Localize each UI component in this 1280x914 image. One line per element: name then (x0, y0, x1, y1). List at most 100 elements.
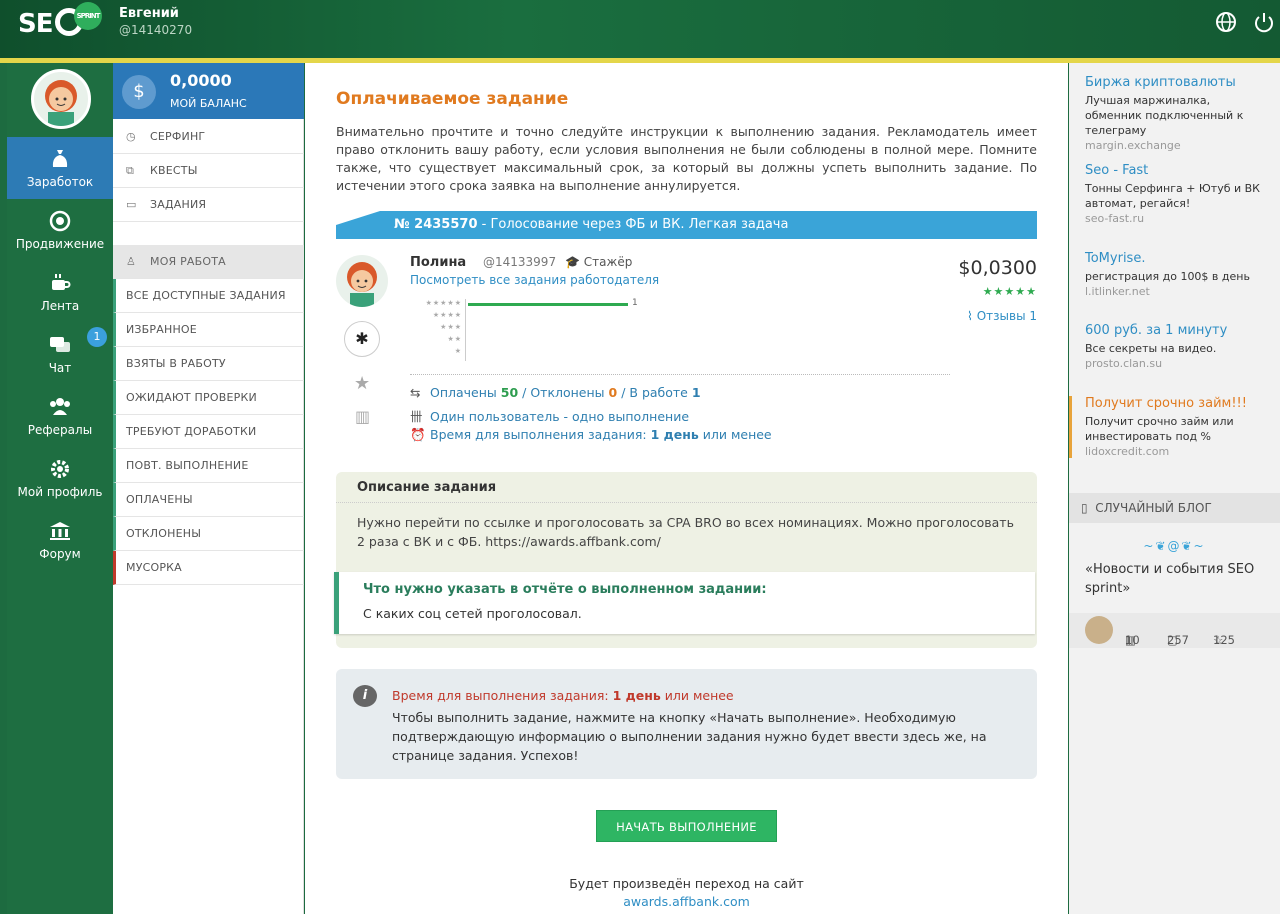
graduation-cap-icon: 🎓 (565, 255, 580, 269)
blog-title[interactable]: «Новости и события SEO sprint» (1085, 560, 1270, 598)
menu-item-need-rework[interactable]: ТРЕБУЮТ ДОРАБОТКИ (113, 415, 304, 449)
nav-label: Лента (40, 299, 80, 313)
nav-chat[interactable]: Чат 1 (7, 323, 113, 385)
menu-item-favorites[interactable]: ИЗБРАННОЕ (113, 313, 304, 347)
ad-block[interactable]: 600 руб. за 1 минуту Все секреты на виде… (1085, 323, 1270, 370)
side-menu: $ 0,0000 МОЙ БАЛАНС ◷ СЕРФИНГ ⧉ КВЕСТЫ ▭ ЗА… (113, 63, 304, 914)
ad-text: Лучшая маржиналка, обменник подключенный… (1085, 94, 1244, 137)
employer-rating-stars: ★★★★★ (982, 285, 1037, 298)
nav-label: Рефералы (27, 423, 93, 437)
ad-block-highlighted[interactable]: Получит срочно займ!!! Получит срочно за… (1069, 396, 1270, 458)
clock-icon: ◷ (126, 130, 136, 143)
nav-earnings[interactable]: Заработок (7, 137, 113, 199)
rss-icon: ⌇ (967, 309, 973, 323)
balance-panel[interactable]: $ 0,0000 МОЙ БАЛАНС (113, 63, 304, 119)
menu-item-trash[interactable]: МУСОРКА (113, 551, 304, 585)
nav-label: Продвижение (15, 237, 105, 251)
user-id: @14140270 (119, 23, 193, 37)
ad-title[interactable]: Получит срочно займ!!! (1085, 396, 1270, 411)
ad-text: Получит срочно займ или инвестировать по… (1085, 415, 1234, 443)
blog-avatar[interactable] (1085, 616, 1113, 644)
avatar[interactable] (31, 69, 91, 129)
power-icon[interactable] (1253, 11, 1275, 33)
bug-icon[interactable]: ✱ (344, 321, 380, 357)
one-user-line: 卌 Один пользователь - одно выполнение (410, 406, 689, 425)
redirect-link[interactable]: awards.affbank.com (305, 894, 1068, 909)
people-icon (48, 395, 72, 419)
employer-avatar[interactable] (336, 255, 388, 307)
divider (336, 502, 1037, 503)
menu-item-tasks[interactable]: ▭ ЗАДАНИЯ (113, 188, 304, 222)
menu-label: МОЯ РАБОТА (150, 255, 226, 268)
nav-label: Мой профиль (17, 485, 103, 499)
trash-icon[interactable]: ▥ (355, 407, 370, 426)
rank-label: Стажёр (583, 255, 633, 269)
ad-url: lidoxcredit.com (1085, 445, 1170, 458)
start-task-button[interactable]: НАЧАТЬ ВЫПОЛНЕНИЕ (596, 810, 777, 842)
ad-block[interactable]: ToMyrise. регистрация до 100$ в день l.i… (1085, 251, 1270, 298)
rejected-label: / Отклонены (518, 385, 605, 400)
rating-distribution: ★★★★★ 1 ★★★★ ★★★ ★★ ★ (410, 298, 950, 371)
blog-header-label: СЛУЧАЙНЫЙ БЛОГ (1095, 501, 1212, 515)
nav-profile[interactable]: Мой профиль (7, 447, 113, 509)
employer-rank: 🎓 Стажёр (565, 255, 632, 269)
task-title: - Голосование через ФБ и ВК. Легкая зада… (477, 217, 789, 232)
nav-feed[interactable]: Лента (7, 261, 113, 323)
gear-icon (48, 457, 72, 481)
ad-block[interactable]: Биржа криптовалюты Лучшая маржиналка, об… (1085, 75, 1270, 152)
ad-title[interactable]: 600 руб. за 1 минуту (1085, 323, 1270, 338)
info-note: i Время для выполнения задания: 1 день и… (336, 669, 1037, 779)
reviews-label: Отзывы 1 (976, 309, 1037, 323)
menu-label: СЕРФИНГ (150, 130, 206, 143)
target-icon (48, 209, 72, 233)
seosprint-logo[interactable]: SE SPRINT (18, 2, 102, 48)
ad-block[interactable]: Seo - Fast Тонны Серфинга + Ютуб и ВК ав… (1085, 163, 1270, 225)
nav-forum[interactable]: Форум (7, 509, 113, 571)
redirect-text: Будет произведён переход на сайт (569, 876, 804, 891)
ad-url: l.itlinker.net (1085, 285, 1150, 298)
ad-title[interactable]: ToMyrise. (1085, 251, 1270, 266)
main-content: Оплачиваемое задание Внимательно прочтит… (305, 63, 1068, 914)
star-icon[interactable]: ★ (354, 373, 370, 394)
note-time-label: Время для выполнения задания: (392, 688, 609, 703)
menu-header-my-work[interactable]: ♙ МОЯ РАБОТА (113, 245, 304, 279)
menu-item-quests[interactable]: ⧉ КВЕСТЫ (113, 154, 304, 188)
menu-item-surfing[interactable]: ◷ СЕРФИНГ (113, 120, 304, 154)
paid-count: 50 (500, 385, 519, 400)
globe-icon[interactable] (1215, 11, 1237, 33)
menu-item-awaiting[interactable]: ОЖИДАЮТ ПРОВЕРКИ (113, 381, 304, 415)
menu-item-paid[interactable]: ОПЛАЧЕНЫ (113, 483, 304, 517)
balance-amount: 0,0000 (170, 71, 232, 90)
blog-ornament: ~❦@❦~ (1143, 539, 1206, 553)
building-icon (48, 519, 72, 543)
menu-item-repeat[interactable]: ПОВТ. ВЫПОЛНЕНИЕ (113, 449, 304, 483)
ad-title[interactable]: Seo - Fast (1085, 163, 1270, 178)
paid-label: Оплачены (430, 385, 497, 400)
user-name[interactable]: Евгений (119, 6, 179, 21)
nav-label: Чат (48, 361, 72, 375)
menu-item-all-tasks[interactable]: ВСЕ ДОСТУПНЫЕ ЗАДАНИЯ (113, 279, 304, 313)
rating-row-stars: ★★★★★ (425, 299, 462, 307)
employer-name[interactable]: Полина (410, 255, 466, 270)
ad-url: prosto.clan.su (1085, 357, 1163, 370)
nav-promotion[interactable]: Продвижение (7, 199, 113, 261)
employer-tasks-link[interactable]: Посмотреть все задания работодателя (410, 273, 659, 287)
note-text: Чтобы выполнить задание, нажмите на кноп… (392, 710, 987, 763)
report-title: Что нужно указать в отчёте о выполненном… (363, 582, 767, 597)
ad-title[interactable]: Биржа криптовалюты (1085, 75, 1270, 90)
description-title: Описание задания (357, 480, 497, 495)
report-text: С каких соц сетей проголосовал. (363, 606, 582, 621)
dollar-icon: $ (122, 75, 156, 109)
menu-item-rejected[interactable]: ОТКЛОНЕНЫ (113, 517, 304, 551)
time-label: Время для выполнения задания: (430, 427, 647, 442)
menu-item-taken[interactable]: ВЗЯТЫ В РАБОТУ (113, 347, 304, 381)
rating-row-stars: ★★ (447, 335, 462, 343)
page-title: Оплачиваемое задание (336, 89, 569, 109)
rating-axis (465, 299, 466, 361)
right-sidebar: Биржа криптовалюты Лучшая маржиналка, об… (1069, 63, 1280, 914)
info-icon: i (353, 685, 377, 707)
divider (410, 374, 950, 375)
reviews-link[interactable]: ⌇ Отзывы 1 (967, 309, 1037, 323)
rating-count: 1 (632, 298, 638, 308)
nav-referrals[interactable]: Рефералы (7, 385, 113, 447)
